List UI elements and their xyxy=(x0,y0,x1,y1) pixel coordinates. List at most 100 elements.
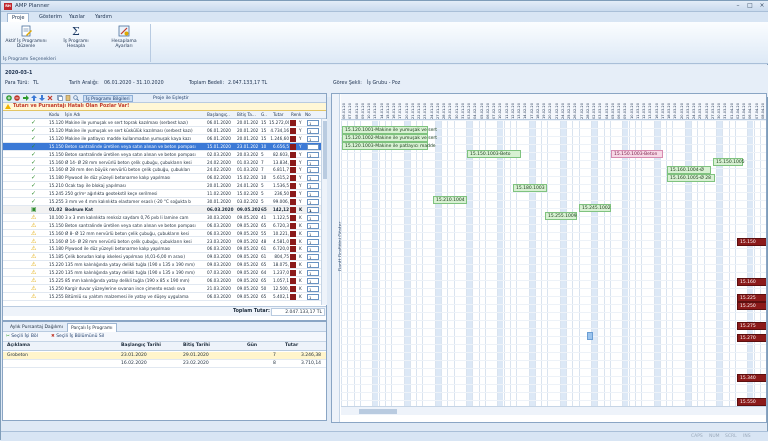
gantt-bar[interactable]: 15.150 xyxy=(737,238,766,246)
gantt-bar[interactable]: 15.160.1005-Ø 28 xyxy=(667,174,715,182)
table-row[interactable]: ⚠ 15.160. Ø 14- Ø 28 mm nervürlü beton çel… xyxy=(3,238,321,246)
table-row[interactable]: ✓ 15.255.13 mm ve 4 mm kalınlıkta elastom… xyxy=(3,198,321,206)
gantt-bar[interactable]: 15.120.1002-Makine ile yumuşak ve sert xyxy=(342,134,437,142)
table-row[interactable]: ✓ 15.150.1Beton santralinde üretilen veya… xyxy=(3,142,321,151)
row-no-field[interactable]: 1 xyxy=(307,214,319,221)
table-row[interactable]: ✓ 15.180.1Plywood ile düz yüzeyli betonar… xyxy=(3,174,321,183)
table-row[interactable]: ⚠ 15.160. Ø 8- Ø 12 mm nervürlü beton çeli… xyxy=(3,230,321,238)
gantt-scroll-thumb[interactable] xyxy=(359,409,397,414)
table-row[interactable]: ⚠ 15.180. Plywood ile düz yüzeyli betonarm… xyxy=(3,245,321,254)
row-no-field[interactable]: 1 xyxy=(307,175,319,182)
table-row[interactable]: ✓ 15.245.1250 gr/m² ağırlıkta geotekstil … xyxy=(3,190,321,198)
scroll-thumb[interactable] xyxy=(323,121,327,179)
gantt-bar[interactable]: 15.120.1003-Makine ile patlayıcı madde xyxy=(342,142,436,150)
program-info-button[interactable]: İş Programı Bilgileri xyxy=(83,95,133,102)
arrow-down-icon[interactable] xyxy=(39,95,45,101)
row-no-field[interactable]: 1 xyxy=(307,230,319,237)
gantt-bar[interactable]: 15.245.1002 xyxy=(579,204,611,212)
tab-monthly-distribution[interactable]: Aylık Pursantaj Dağılımı xyxy=(7,323,66,332)
col-name[interactable]: İşin Adı xyxy=(65,111,205,119)
gantt-toggle[interactable]: Gantt Grafiğini Göster xyxy=(332,94,343,422)
row-no-field[interactable]: 1 xyxy=(307,293,319,300)
row-no-field[interactable]: 1 xyxy=(307,254,319,261)
col-end[interactable]: Bitiş Ta... xyxy=(237,111,259,119)
table-row[interactable]: ✓ 15.120.1Makine ile patlayıcı madde kull… xyxy=(3,135,321,143)
tab-proje[interactable]: Proje xyxy=(7,13,30,22)
table-row[interactable]: ⚠ 15.225. 85 mm kalınlığında yatay delikli… xyxy=(3,277,321,285)
gantt-bar[interactable]: 15.225 xyxy=(737,294,766,302)
gantt-bar[interactable]: 15.270 xyxy=(737,334,766,342)
row-no-field[interactable]: 1 xyxy=(307,246,319,253)
table-row[interactable]: ✓ 15.160.1Ø 28 mm den büyük nervürlü beto… xyxy=(3,166,321,175)
table-scrollbar[interactable] xyxy=(321,119,327,305)
row-no-field[interactable]: 1 xyxy=(307,135,319,142)
row-no-field[interactable]: 1 xyxy=(307,167,319,174)
gantt-bar[interactable]: 15.550 xyxy=(737,398,766,406)
gantt-bar[interactable]: 15.210.1004 xyxy=(433,196,467,204)
table-row[interactable]: ✓ 15.160.1Ø 14- Ø 28 mm nervürlü beton çe… xyxy=(3,159,321,167)
add-icon[interactable] xyxy=(6,95,12,101)
split-col-desc[interactable]: Açıklama xyxy=(7,342,30,350)
split-row[interactable]: Grobeton 23.01.2020 29.01.2020 7 3.246,3… xyxy=(3,352,326,360)
row-no-field[interactable]: 1 xyxy=(307,285,319,292)
row-no-field[interactable]: 1 xyxy=(307,206,319,213)
col-amount[interactable]: Tutar xyxy=(273,111,289,119)
maximize-icon[interactable]: □ xyxy=(745,2,755,10)
table-row[interactable]: ✓ 15.150.1Beton santralinde üretilen veya… xyxy=(3,151,321,159)
arrow-right-icon[interactable] xyxy=(23,95,29,101)
col-start[interactable]: Başlangıç.. xyxy=(207,111,235,119)
close-icon[interactable]: × xyxy=(757,2,767,10)
table-row[interactable]: ▣ 01.02 Bodrum Kat 06.03.2020 09.05.202 65 142… xyxy=(3,205,321,214)
gantt-bar[interactable]: 15.120.1001-Makine ile yumuşak ve sert xyxy=(342,126,437,134)
paste-icon[interactable] xyxy=(65,95,71,101)
row-no-field[interactable]: 1 xyxy=(307,191,319,198)
split-col-days[interactable]: Gün xyxy=(247,342,257,350)
row-no-field[interactable]: 1 xyxy=(307,199,319,205)
table-row[interactable]: ✓ 15.210.1Ocak taşı ile blokaj yapılması 2… xyxy=(3,182,321,191)
table-row[interactable]: ⚠ 15.150. Beton santralinde üretilen veya … xyxy=(3,222,321,230)
table-row[interactable]: ⚠ 15.185. Çelik borudan kalıp iskelesi yap… xyxy=(3,253,321,262)
gantt-marker[interactable] xyxy=(587,332,593,340)
row-no-field[interactable]: 1 xyxy=(307,238,319,245)
gantt-bar[interactable]: 15.255.1009 xyxy=(545,212,577,220)
gantt-bar[interactable]: 15.160 xyxy=(737,278,766,286)
gantt-bar[interactable]: 15.340 xyxy=(737,374,766,382)
table-row[interactable]: ✓ 15.120.1Makine ile yumuşak ve sert küsk… xyxy=(3,127,321,135)
gantt-bar[interactable]: 15.150.1003-Beton xyxy=(611,150,663,158)
split-col-end[interactable]: Bitiş Tarihi xyxy=(183,342,210,350)
table-row[interactable]: ⚠ 10.100. 3 x 3 mm kalınlıkta renksiz sayd… xyxy=(3,214,321,222)
search-icon[interactable] xyxy=(73,95,79,101)
split-row[interactable]: 16.02.2020 23.02.2020 8 3.710,14 xyxy=(3,360,326,368)
tab-yardim[interactable]: Yardım xyxy=(91,13,116,22)
match-project-button[interactable]: Proje ile Eşleştir xyxy=(151,95,191,102)
calc-settings-button[interactable]: Hesaplama Ayarları xyxy=(103,25,145,53)
row-no-field[interactable]: 1 xyxy=(307,159,319,166)
row-no-field[interactable]: 1 xyxy=(307,270,319,277)
tab-gosterim[interactable]: Gösterim xyxy=(35,13,66,22)
gantt-bar[interactable]: 15.150.1003-Beto xyxy=(467,150,521,158)
row-no-field[interactable]: 1 xyxy=(307,120,319,126)
row-no-field[interactable]: 1 xyxy=(307,183,319,190)
edit-program-button[interactable]: Aktif İş Programını Düzenle xyxy=(5,25,47,53)
split-col-amount[interactable]: Tutar xyxy=(285,342,298,350)
row-no-field[interactable]: 1 xyxy=(307,151,319,158)
calculate-program-button[interactable]: Σ İş Programı Hesapla xyxy=(55,25,97,53)
row-no-field[interactable]: 1 xyxy=(307,278,319,284)
gantt-scrollbar[interactable] xyxy=(341,406,766,415)
copy-icon[interactable] xyxy=(57,95,63,101)
col-color[interactable]: Renk xyxy=(291,111,301,119)
row-no-field[interactable]: 1 xyxy=(307,222,319,229)
col-no[interactable]: No xyxy=(305,111,315,119)
row-no-field[interactable]: 1 xyxy=(307,127,319,134)
col-days[interactable]: G.. xyxy=(261,111,271,119)
table-row[interactable]: ⚠ 15.255. Bitümlü su yalıtım malzemesi ile… xyxy=(3,293,321,301)
tab-split-program[interactable]: Parçalı İş Programı xyxy=(67,323,117,332)
col-code[interactable]: Kodu xyxy=(49,111,64,119)
gantt-bar[interactable]: 15.250 xyxy=(737,302,766,310)
remove-icon[interactable] xyxy=(14,95,20,101)
table-row[interactable]: ⚠ 15.250. Kargir duvar yüzeylerine sıvanan… xyxy=(3,285,321,293)
tab-yazilar[interactable]: Yazılar xyxy=(65,13,89,22)
table-row[interactable]: ✓ 15.120.1Makine ile yumuşak ve sert topr… xyxy=(3,119,321,127)
arrow-up-icon[interactable] xyxy=(31,95,37,101)
minimize-icon[interactable]: – xyxy=(733,2,743,10)
